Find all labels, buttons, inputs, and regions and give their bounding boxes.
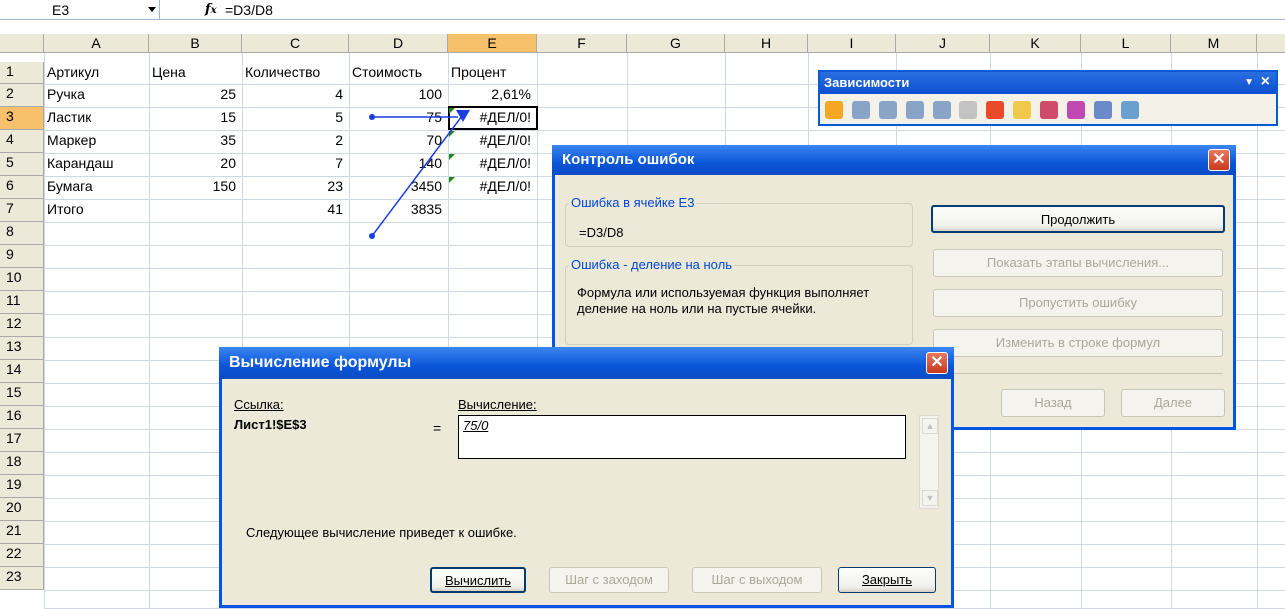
eval-dialog-title-bar[interactable]: Вычисление формулы ✕	[219, 347, 954, 379]
error-check-icon[interactable]	[825, 101, 843, 119]
evaluation-expression: 75/0	[463, 418, 489, 433]
toolbar-icons	[822, 96, 1141, 126]
clear-validation-circles-icon[interactable]	[1067, 101, 1086, 119]
close-button[interactable]: Закрыть	[838, 567, 936, 593]
error-dialog-title-bar[interactable]: Контроль ошибок ✕	[552, 145, 1236, 175]
toolbar-title: Зависимости	[824, 75, 910, 90]
back-button[interactable]: Назад	[1001, 389, 1105, 417]
chevron-up-icon[interactable]: ▲	[922, 418, 938, 434]
next-button[interactable]: Далее	[1121, 389, 1225, 417]
continue-button[interactable]: Продолжить	[931, 205, 1225, 233]
chevron-down-icon[interactable]: ▼	[922, 490, 938, 506]
remove-precedent-arrows-icon[interactable]	[878, 101, 897, 119]
toolbar-menu-icon[interactable]: ▼	[1244, 72, 1254, 94]
evaluation-scrollbar[interactable]: ▲ ▼	[919, 415, 939, 509]
remove-dependent-arrows-icon[interactable]	[932, 101, 951, 119]
error-dialog-title: Контроль ошибок	[562, 151, 695, 168]
circle-invalid-data-icon[interactable]	[1040, 101, 1059, 119]
reference-value: Лист1!$E$3	[234, 417, 307, 432]
close-icon[interactable]: ✕	[926, 352, 948, 374]
error-cell-formula: =D3/D8	[579, 225, 624, 240]
dependencies-toolbar: Зависимости ▼ ×	[818, 70, 1278, 126]
show-watch-window-icon[interactable]	[1093, 101, 1112, 119]
evaluation-label: Вычисление:	[458, 397, 537, 412]
error-type-group-label: Ошибка - деление на ноль	[569, 257, 734, 272]
evaluate-formula-icon[interactable]	[1120, 101, 1139, 119]
trace-precedents-icon[interactable]	[851, 101, 870, 119]
toolbar-title-bar[interactable]: Зависимости ▼ ×	[820, 72, 1276, 94]
trace-error-icon[interactable]	[986, 101, 1005, 119]
edit-in-formula-bar-button[interactable]: Изменить в строке формул	[933, 329, 1223, 357]
remove-all-arrows-icon[interactable]	[959, 101, 978, 119]
step-in-button[interactable]: Шаг с заходом	[549, 567, 669, 593]
reference-label: Ссылка:	[234, 397, 284, 412]
new-comment-icon[interactable]	[1013, 101, 1032, 119]
error-cell-group-label: Ошибка в ячейке E3	[569, 195, 697, 210]
trace-dependents-icon[interactable]	[905, 101, 924, 119]
show-calculation-steps-button[interactable]: Показать этапы вычисления...	[933, 249, 1223, 277]
evaluation-box[interactable]: 75/0	[458, 415, 906, 459]
evaluate-button[interactable]: Вычислить	[430, 567, 526, 593]
status-message: Следующее вычисление приведет к ошибке.	[246, 525, 517, 540]
divider	[933, 373, 1223, 374]
equals-sign: =	[433, 420, 442, 436]
toolbar-close-icon[interactable]: ×	[1261, 71, 1270, 93]
step-out-button[interactable]: Шаг с выходом	[692, 567, 822, 593]
ignore-error-button[interactable]: Пропустить ошибку	[933, 289, 1223, 317]
eval-dialog-title: Вычисление формулы	[229, 354, 412, 371]
evaluate-formula-dialog: Вычисление формулы ✕ Ссылка: Лист1!$E$3 …	[219, 347, 954, 608]
close-icon[interactable]: ✕	[1208, 149, 1230, 171]
error-description: Формула или используемая функция выполня…	[577, 285, 870, 316]
